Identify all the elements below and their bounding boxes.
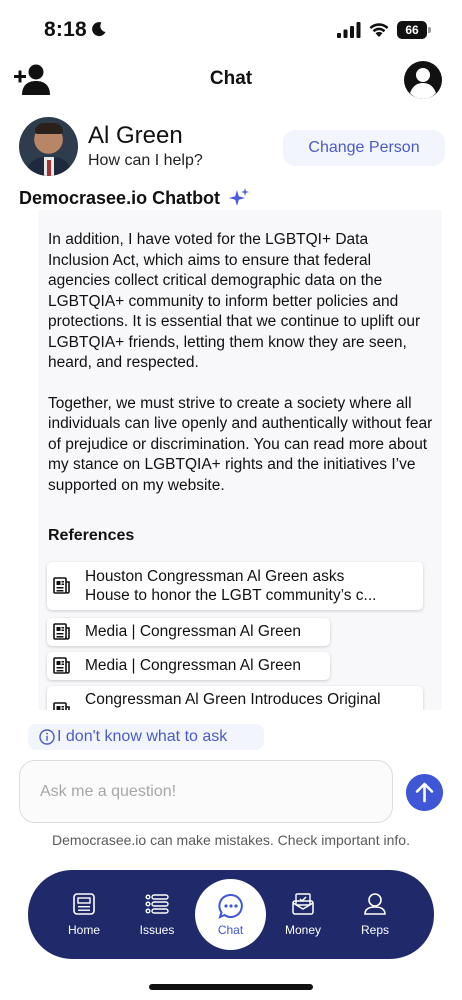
- info-icon: [39, 729, 55, 745]
- reference-card[interactable]: Media | Congressman Al Green: [47, 618, 330, 646]
- nav-chat-label: Chat: [217, 923, 244, 937]
- chatbot-label-text: Democrasee.io Chatbot: [19, 187, 221, 208]
- wifi-icon: [369, 23, 389, 37]
- nav-home-label: Home: [67, 923, 100, 937]
- reference-card[interactable]: Media | Congressman Al Green: [47, 652, 330, 680]
- bottom-navigation: Home Issues Chat Money Reps: [28, 870, 434, 959]
- nav-reps[interactable]: Reps: [345, 892, 405, 944]
- disclaimer-text: Democrasee.io can make mistakes. Check i…: [52, 832, 410, 848]
- newspaper-icon: [53, 577, 70, 594]
- signal-icon: [337, 22, 361, 38]
- newspaper-icon: [53, 623, 70, 640]
- reference-title: Congressman Al Green Introduces Original: [85, 691, 381, 708]
- reference-title: Media | Congressman Al Green: [85, 623, 301, 640]
- suggestion-label: I don't know what to ask: [57, 728, 228, 745]
- person-name: Al Green: [88, 122, 183, 149]
- reference-card[interactable]: Congressman Al Green Introduces Original: [47, 686, 423, 710]
- app-header: Chat: [0, 58, 462, 104]
- list-icon: [145, 894, 169, 914]
- profile-icon[interactable]: [403, 60, 443, 100]
- nav-money[interactable]: Money: [273, 892, 333, 944]
- bot-message: In addition, I have voted for the LGBTQI…: [48, 230, 433, 516]
- money-envelope-icon: [292, 893, 314, 915]
- chat-bubble-icon: [218, 894, 243, 919]
- nav-issues[interactable]: Issues: [127, 892, 187, 944]
- battery-indicator: 66: [397, 21, 431, 39]
- nav-reps-label: Reps: [360, 923, 389, 937]
- nav-home[interactable]: Home: [54, 892, 114, 944]
- battery-cap: [428, 27, 431, 33]
- home-indicator[interactable]: [149, 984, 313, 990]
- status-bar: 8:18 66: [0, 0, 462, 58]
- send-button[interactable]: [406, 774, 443, 811]
- message-paragraph: In addition, I have voted for the LGBTQI…: [48, 231, 421, 371]
- newspaper-icon: [53, 657, 70, 674]
- nav-issues-label: Issues: [139, 923, 175, 937]
- moon-icon: [92, 22, 106, 37]
- selected-person: Al Green How can I help? Change Person: [0, 116, 462, 180]
- reference-card[interactable]: Houston Congressman Al Green asks House …: [47, 562, 423, 610]
- reference-title: Houston Congressman Al Green asks House …: [85, 567, 415, 605]
- question-input[interactable]: [19, 760, 393, 823]
- page-title: Chat: [209, 68, 253, 89]
- message-paragraph: Together, we must strive to create a soc…: [48, 394, 433, 494]
- home-icon: [73, 893, 95, 915]
- chat-message-area[interactable]: In addition, I have voted for the LGBTQI…: [38, 210, 442, 710]
- nav-chat[interactable]: Chat: [195, 879, 266, 950]
- chatbot-label: Democrasee.io Chatbot: [19, 187, 250, 209]
- person-icon: [364, 893, 386, 915]
- reference-title: Media | Congressman Al Green: [85, 657, 301, 674]
- battery-level: 66: [397, 21, 427, 39]
- nav-money-label: Money: [284, 923, 322, 937]
- suggestion-button[interactable]: I don't know what to ask: [28, 724, 264, 750]
- sparkle-icon: [229, 188, 250, 206]
- reference-line: House to honor the LGBT community’s c...: [85, 587, 377, 604]
- reference-line: Houston Congressman Al Green asks: [85, 568, 345, 585]
- person-subtitle: How can I help?: [88, 152, 203, 169]
- avatar: [19, 117, 78, 176]
- newspaper-icon: [53, 702, 70, 710]
- status-time: 8:18: [44, 18, 87, 41]
- references-heading: References: [48, 527, 135, 544]
- change-person-button[interactable]: Change Person: [283, 130, 445, 166]
